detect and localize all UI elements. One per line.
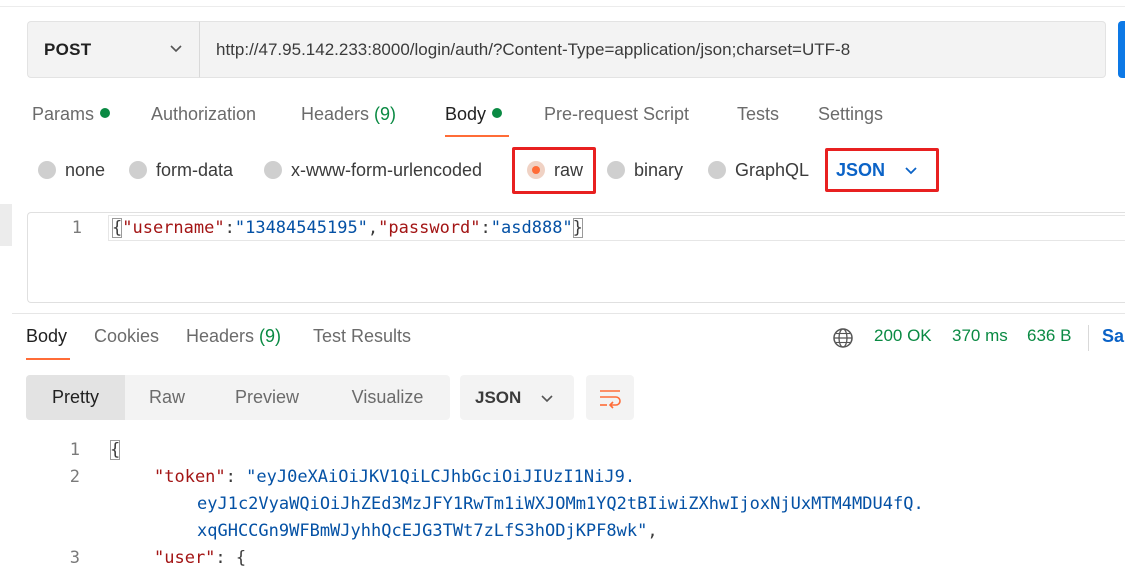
method-label: POST bbox=[44, 39, 92, 59]
tab-params[interactable]: Params bbox=[32, 104, 111, 125]
radio-circle bbox=[129, 161, 147, 179]
view-mode-selector: Pretty Raw Preview Visualize bbox=[26, 375, 450, 420]
highlight-json bbox=[825, 148, 939, 192]
radio-none[interactable]: none bbox=[38, 157, 105, 183]
response-line-2-wrap-1: eyJ1c2VyaWQiOiJhZEd3MzJFY1RwTm1iWXJOMm1Y… bbox=[197, 494, 924, 514]
line-number: 3 bbox=[69, 548, 80, 566]
radio-form-data[interactable]: form-data bbox=[129, 157, 233, 183]
line-number: 1 bbox=[71, 218, 82, 238]
tab-authorization[interactable]: Authorization bbox=[151, 104, 256, 125]
radio-x-www-form-urlencoded[interactable]: x-www-form-urlencoded bbox=[264, 157, 482, 183]
view-pretty[interactable]: Pretty bbox=[26, 375, 125, 420]
tab-tests[interactable]: Tests bbox=[737, 104, 779, 125]
side-panel-edge bbox=[0, 204, 12, 246]
response-line-3: "user": { bbox=[154, 548, 247, 566]
body-dot-indicator bbox=[492, 108, 503, 119]
view-visualize[interactable]: Visualize bbox=[325, 375, 450, 420]
globe-icon[interactable] bbox=[832, 327, 854, 349]
response-divider bbox=[12, 313, 1125, 314]
response-line-2: "token": "eyJ0eXAiOiJKV1QiLCJhbGciOiJIUz… bbox=[154, 467, 636, 487]
tab-headers[interactable]: Headers (9) bbox=[301, 104, 396, 125]
tab-settings[interactable]: Settings bbox=[818, 104, 883, 125]
line-number: 2 bbox=[69, 467, 80, 487]
url-text: http://47.95.142.233:8000/login/auth/?Co… bbox=[216, 39, 851, 59]
status-code[interactable]: 200 OK bbox=[874, 326, 932, 346]
response-size[interactable]: 636 B bbox=[1027, 326, 1071, 346]
response-format-dropdown[interactable]: JSON bbox=[460, 375, 574, 420]
send-button[interactable] bbox=[1118, 21, 1125, 78]
params-dot-indicator bbox=[100, 108, 111, 119]
response-time[interactable]: 370 ms bbox=[952, 326, 1008, 346]
radio-circle bbox=[264, 161, 282, 179]
response-tab-test-results[interactable]: Test Results bbox=[313, 326, 411, 347]
method-select[interactable]: POST bbox=[27, 21, 200, 78]
radio-circle bbox=[38, 161, 56, 179]
response-line-1: { bbox=[110, 440, 121, 460]
view-preview[interactable]: Preview bbox=[209, 375, 325, 420]
response-line-2-wrap-2: xqGHCCGn9WFBmWJyhhQcEJG3TWt7zLfS3hODjKPF… bbox=[197, 521, 658, 541]
wrap-lines-button[interactable] bbox=[586, 375, 634, 420]
status-separator bbox=[1088, 325, 1089, 351]
request-body-line: {"username":"13484545195","password":"as… bbox=[112, 218, 583, 238]
tab-pre-request-script[interactable]: Pre-request Script bbox=[544, 104, 689, 125]
active-tab-underline bbox=[445, 135, 509, 137]
response-active-underline bbox=[26, 358, 70, 360]
wrap-lines-icon bbox=[600, 389, 621, 409]
chevron-down-icon bbox=[541, 394, 553, 402]
tab-body[interactable]: Body bbox=[445, 104, 503, 125]
response-tab-body[interactable]: Body bbox=[26, 326, 67, 347]
radio-graphql[interactable]: GraphQL bbox=[708, 157, 809, 183]
radio-binary[interactable]: binary bbox=[607, 157, 683, 183]
response-tab-cookies[interactable]: Cookies bbox=[94, 326, 159, 347]
response-tab-headers[interactable]: Headers (9) bbox=[186, 326, 281, 347]
highlight-raw bbox=[512, 147, 596, 194]
view-raw[interactable]: Raw bbox=[125, 375, 209, 420]
line-number: 1 bbox=[69, 440, 80, 460]
top-divider bbox=[0, 6, 1125, 7]
radio-circle bbox=[607, 161, 625, 179]
chevron-down-icon bbox=[170, 45, 182, 53]
url-input[interactable]: http://47.95.142.233:8000/login/auth/?Co… bbox=[200, 21, 1106, 78]
save-response-button[interactable]: Sa bbox=[1102, 326, 1124, 347]
radio-circle bbox=[708, 161, 726, 179]
